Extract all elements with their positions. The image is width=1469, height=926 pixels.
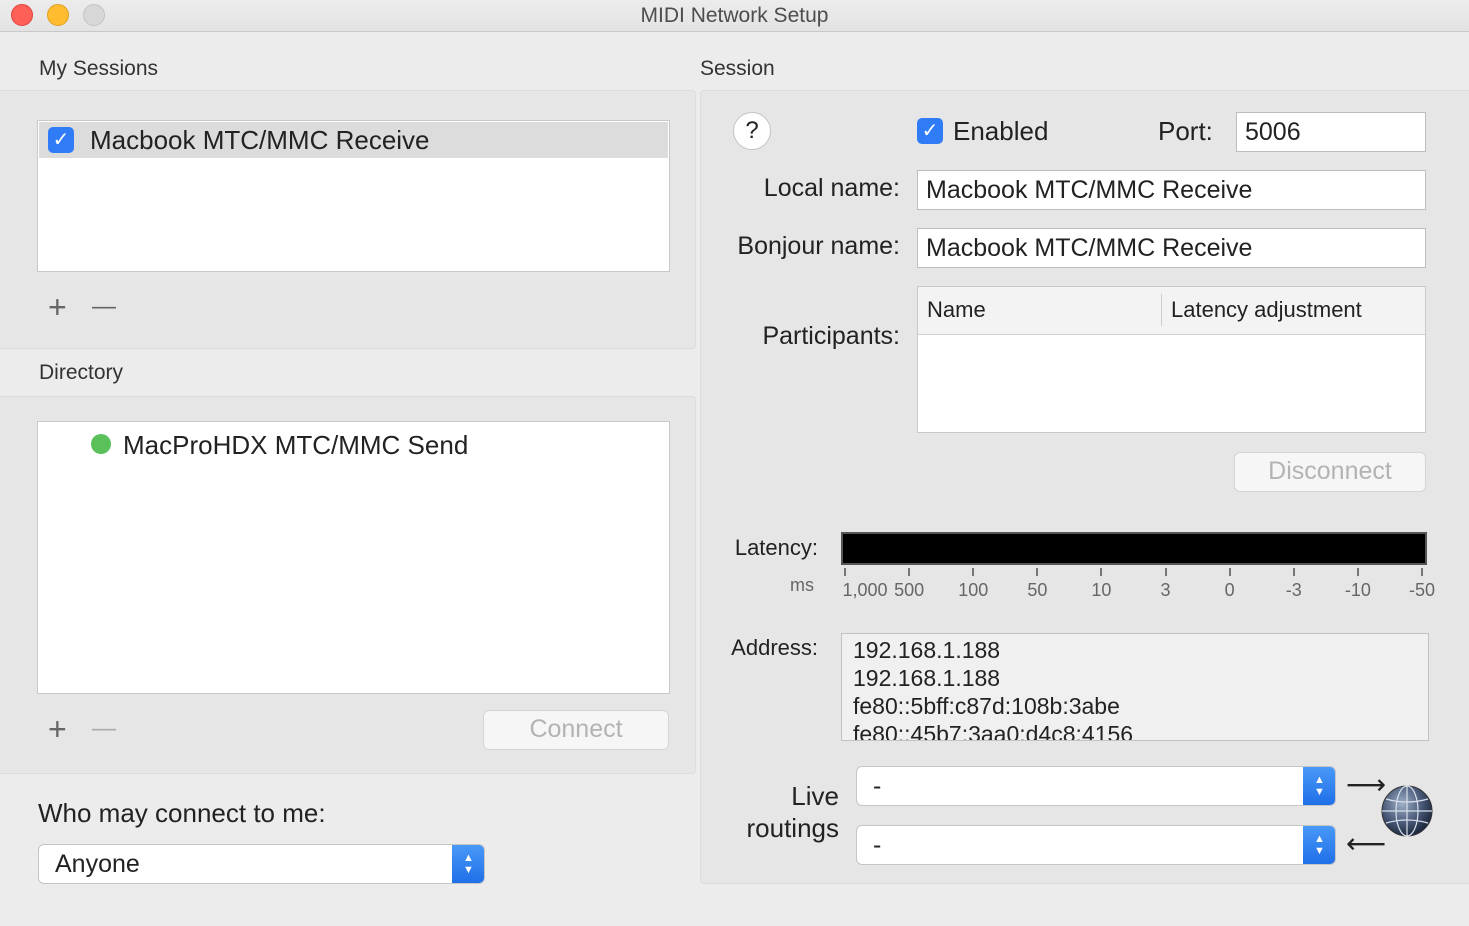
- live-routings-label-line2: routings: [746, 813, 840, 843]
- latency-tick-label: 3: [1160, 580, 1171, 600]
- add-session-button[interactable]: +: [48, 291, 67, 323]
- latency-tick: [844, 568, 846, 576]
- port-label: Port:: [1158, 116, 1213, 146]
- local-name-label: Local name:: [763, 174, 900, 202]
- window-title: MIDI Network Setup: [640, 4, 829, 27]
- directory-list[interactable]: MacProHDX MTC/MMC Send: [37, 421, 670, 694]
- address-list[interactable]: 192.168.1.188 192.168.1.188 fe80::5bff:c87…: [841, 633, 1429, 741]
- my-sessions-list[interactable]: ✓ Macbook MTC/MMC Receive: [37, 120, 670, 272]
- latency-tick-label: 0: [1224, 580, 1235, 600]
- latency-tick-label: 500: [894, 580, 925, 600]
- chevron-updown-icon: ▲ ▼: [452, 845, 484, 883]
- who-may-connect-value: Anyone: [55, 850, 140, 878]
- bonjour-name-label: Bonjour name:: [737, 232, 900, 260]
- address-label: Address:: [731, 635, 818, 660]
- chevron-updown-icon: ▲ ▼: [1303, 826, 1335, 864]
- help-button[interactable]: ?: [733, 112, 771, 150]
- session-row[interactable]: ✓ Macbook MTC/MMC Receive: [39, 122, 668, 158]
- live-routings-label-line1: Live: [791, 781, 839, 811]
- connect-button[interactable]: Connect: [483, 710, 669, 750]
- routing-in-value: -: [873, 831, 882, 859]
- column-header-latency[interactable]: Latency adjustment: [1171, 297, 1362, 323]
- routing-in-popup[interactable]: - ▲ ▼: [856, 825, 1336, 865]
- latency-tick: [1228, 568, 1231, 576]
- network-globe-icon: [1380, 784, 1434, 838]
- latency-meter: [841, 532, 1427, 565]
- latency-tick: [1036, 568, 1039, 576]
- disconnect-button[interactable]: Disconnect: [1234, 452, 1426, 492]
- session-enabled-checkbox[interactable]: ✓: [48, 127, 74, 153]
- latency-tick-label: -3: [1285, 580, 1302, 600]
- who-may-connect-label: Who may connect to me:: [38, 798, 326, 828]
- latency-tick-label: 50: [1027, 580, 1048, 600]
- address-item: fe80::5bff:c87d:108b:3abe: [853, 693, 1120, 719]
- column-divider: [1161, 294, 1162, 326]
- latency-tick: [1164, 568, 1167, 576]
- address-item: 192.168.1.188: [853, 637, 1001, 663]
- latency-tick: [908, 568, 911, 576]
- participants-header: Name Latency adjustment: [918, 287, 1425, 335]
- title-bar: MIDI Network Setup: [0, 0, 1469, 32]
- live-routings-label: Live routings: [700, 780, 840, 844]
- routing-out-popup[interactable]: - ▲ ▼: [856, 766, 1336, 806]
- latency-unit: ms: [790, 575, 814, 595]
- latency-tick: [1292, 568, 1295, 576]
- latency-tick-label: -50: [1408, 580, 1435, 600]
- routing-out-value: -: [873, 772, 882, 800]
- remove-session-button[interactable]: —: [92, 291, 116, 323]
- bonjour-name-field[interactable]: Macbook MTC/MMC Receive: [917, 228, 1426, 268]
- my-sessions-heading: My Sessions: [39, 57, 159, 80]
- chevron-updown-icon: ▲ ▼: [1303, 767, 1335, 805]
- latency-tick-label: -10: [1344, 580, 1371, 600]
- latency-tick-label: 10: [1091, 580, 1112, 600]
- address-item: fe80::45b7:3aa0:d4c8:4156: [853, 721, 1134, 741]
- latency-tick: [1100, 568, 1103, 576]
- address-item: 192.168.1.188: [853, 665, 1001, 691]
- latency-tick: [972, 568, 975, 576]
- latency-tick: [1421, 568, 1423, 576]
- online-status-indicator: [91, 434, 111, 454]
- enabled-checkbox[interactable]: ✓: [917, 118, 943, 144]
- participants-table[interactable]: Name Latency adjustment: [917, 286, 1426, 433]
- participants-label: Participants:: [762, 322, 900, 350]
- directory-heading: Directory: [39, 361, 124, 384]
- address-lines: 192.168.1.188 192.168.1.188 fe80::5bff:c87…: [853, 636, 1134, 741]
- who-may-connect-popup[interactable]: Anyone ▲ ▼: [38, 844, 485, 884]
- enabled-label: Enabled: [953, 116, 1049, 146]
- directory-row-label: MacProHDX MTC/MMC Send: [123, 430, 469, 460]
- session-heading: Session: [700, 57, 775, 80]
- session-row-label: Macbook MTC/MMC Receive: [90, 125, 430, 155]
- local-name-field[interactable]: Macbook MTC/MMC Receive: [917, 170, 1426, 210]
- latency-tick-label: 100: [958, 580, 989, 600]
- latency-tick: [1356, 568, 1359, 576]
- latency-label: Latency:: [734, 535, 818, 560]
- column-header-name[interactable]: Name: [927, 297, 986, 323]
- help-icon: ?: [745, 117, 759, 144]
- add-directory-button[interactable]: +: [48, 713, 67, 745]
- remove-directory-button[interactable]: —: [92, 713, 116, 745]
- port-field[interactable]: 5006: [1236, 112, 1426, 152]
- directory-row[interactable]: MacProHDX MTC/MMC Send: [38, 428, 668, 464]
